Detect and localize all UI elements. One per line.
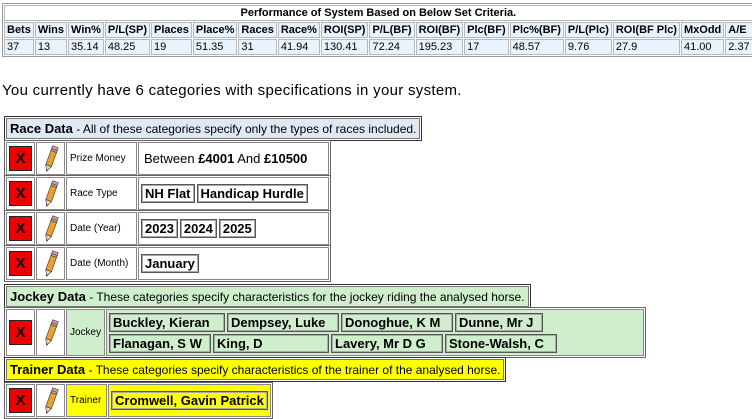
category-label: Race Type bbox=[66, 177, 137, 210]
jockey-data-title: Jockey Data bbox=[10, 289, 86, 304]
jockey-value: Dunne, Mr J bbox=[455, 312, 543, 332]
delete-button[interactable]: X bbox=[9, 216, 32, 241]
category-row-date-year: X Date (Year) 2023 2024 2025 bbox=[4, 210, 331, 247]
year-value: 2023 bbox=[141, 219, 178, 238]
category-row-date-month: X Date (Month) January bbox=[4, 245, 331, 282]
category-row-prize-money: X Prize Money Between £4001 And £10500 bbox=[4, 140, 331, 177]
prize-range: Between £4001 And £10500 bbox=[141, 151, 310, 166]
year-value: 2025 bbox=[218, 219, 256, 238]
perf-header: Plc%(BF) bbox=[509, 22, 564, 38]
jockey-value: King, D bbox=[213, 333, 329, 353]
perf-value: 41.94 bbox=[277, 39, 320, 55]
perf-header: Bets bbox=[4, 22, 34, 38]
jockey-data-desc: - These categories specify characteristi… bbox=[85, 290, 525, 304]
perf-value: 51.35 bbox=[192, 39, 238, 55]
delete-button[interactable]: X bbox=[9, 320, 32, 345]
race-data-header: Race Data - All of these categories spec… bbox=[4, 116, 423, 141]
perf-header: Races bbox=[238, 22, 277, 38]
year-value: 2024 bbox=[179, 219, 217, 238]
prize-prefix: Between bbox=[144, 151, 199, 166]
perf-value: 27.9 bbox=[612, 39, 680, 55]
jockey-value: Stone-Walsh, C bbox=[445, 333, 557, 353]
perf-value: 48.25 bbox=[104, 39, 150, 55]
category-label: Date (Year) bbox=[66, 212, 137, 245]
performance-values-row: 37 13 35.14 48.25 19 51.35 31 41.94 130.… bbox=[4, 39, 752, 55]
category-row-race-type: X Race Type NH Flat Handicap Hurdle bbox=[4, 175, 331, 212]
performance-title: Performance of System Based on Below Set… bbox=[4, 5, 752, 21]
race-type-value: NH Flat bbox=[141, 184, 195, 203]
delete-button[interactable]: X bbox=[9, 251, 32, 276]
perf-header: P/L(Plc) bbox=[564, 22, 612, 38]
prize-mid: And bbox=[234, 151, 264, 166]
perf-value: 35.14 bbox=[68, 39, 104, 55]
perf-value: 9.76 bbox=[564, 39, 612, 55]
race-data-desc: - All of these categories specify only t… bbox=[72, 122, 417, 136]
race-type-value: Handicap Hurdle bbox=[196, 184, 308, 203]
pencil-edit-icon[interactable] bbox=[41, 144, 61, 173]
category-label: Jockey bbox=[66, 309, 105, 356]
delete-button[interactable]: X bbox=[9, 181, 32, 206]
perf-value: 2.37 bbox=[725, 39, 752, 55]
race-data-title: Race Data bbox=[10, 121, 73, 136]
perf-header: Places bbox=[151, 22, 192, 38]
category-label: Date (Month) bbox=[66, 247, 137, 280]
perf-header: P/L(BF) bbox=[369, 22, 415, 38]
prize-min: £4001 bbox=[198, 151, 235, 166]
perf-value: 37 bbox=[4, 39, 34, 55]
jockey-value: Donoghue, K M bbox=[341, 312, 453, 332]
perf-header: ROI(BF Plc) bbox=[612, 22, 680, 38]
perf-header: MxOdd bbox=[680, 22, 725, 38]
performance-header-row: Bets Wins Win% P/L(SP) Places Place% Rac… bbox=[4, 22, 752, 38]
perf-header: P/L(SP) bbox=[104, 22, 150, 38]
perf-value: 13 bbox=[34, 39, 68, 55]
pencil-edit-icon[interactable] bbox=[41, 179, 61, 208]
performance-table: Performance of System Based on Below Set… bbox=[2, 3, 752, 57]
trainer-data-title: Trainer Data bbox=[10, 362, 86, 377]
month-value: January bbox=[141, 254, 199, 273]
category-row-trainer: X Trainer Cromwell, Gavin Patrick bbox=[4, 382, 273, 419]
category-label: Prize Money bbox=[66, 142, 137, 175]
jockey-value: Dempsey, Luke bbox=[227, 312, 339, 332]
perf-value: 48.57 bbox=[509, 39, 564, 55]
perf-header: Race% bbox=[277, 22, 320, 38]
pencil-edit-icon[interactable] bbox=[41, 318, 61, 347]
trainer-data-desc: - These categories specify characteristi… bbox=[85, 363, 501, 377]
jockey-value: Lavery, Mr D G bbox=[331, 333, 443, 353]
perf-header: Plc(BF) bbox=[464, 22, 509, 38]
perf-header: A/E bbox=[725, 22, 752, 38]
trainer-value: Cromwell, Gavin Patrick bbox=[111, 391, 268, 410]
perf-header: ROI(BF) bbox=[415, 22, 464, 38]
prize-max: £10500 bbox=[264, 151, 308, 166]
perf-value: 19 bbox=[151, 39, 192, 55]
delete-button[interactable]: X bbox=[9, 146, 32, 171]
perf-value: 17 bbox=[464, 39, 509, 55]
pencil-edit-icon[interactable] bbox=[41, 386, 61, 415]
perf-header: ROI(SP) bbox=[320, 22, 369, 38]
jockey-value: Buckley, Kieran bbox=[109, 312, 225, 332]
category-label: Trainer bbox=[66, 384, 107, 417]
jockey-value: Flanagan, S W bbox=[109, 333, 211, 353]
perf-value: 130.41 bbox=[320, 39, 369, 55]
perf-header: Win% bbox=[68, 22, 104, 38]
category-row-jockey: X Jockey Buckley, Kieran Dempsey, Luke D… bbox=[4, 307, 646, 358]
perf-header: Wins bbox=[34, 22, 68, 38]
perf-value: 41.00 bbox=[680, 39, 725, 55]
pencil-edit-icon[interactable] bbox=[41, 249, 61, 278]
perf-value: 72.24 bbox=[369, 39, 415, 55]
trainer-data-header: Trainer Data - These categories specify … bbox=[4, 357, 507, 382]
perf-value: 195.23 bbox=[415, 39, 464, 55]
pencil-edit-icon[interactable] bbox=[41, 214, 61, 243]
perf-header: Place% bbox=[192, 22, 238, 38]
category-summary: You currently have 6 categories with spe… bbox=[2, 82, 462, 99]
delete-button[interactable]: X bbox=[9, 388, 32, 413]
jockey-data-header: Jockey Data - These categories specify c… bbox=[4, 284, 531, 309]
perf-value: 31 bbox=[238, 39, 277, 55]
